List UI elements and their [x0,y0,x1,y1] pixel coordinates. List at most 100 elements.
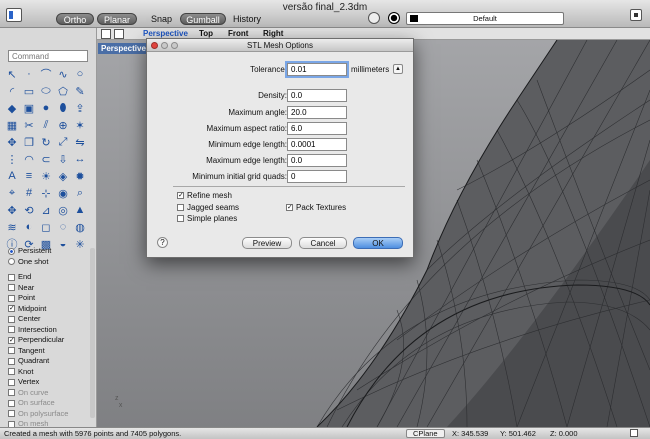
osnap-item[interactable]: Vertex [8,377,88,388]
mesh-field-input[interactable] [287,154,347,167]
orbit-icon[interactable]: ⟲ [21,202,37,218]
mesh-field-input[interactable] [287,122,347,135]
help-button[interactable]: ? [157,237,168,248]
gumball-button[interactable]: Gumball [180,13,226,25]
osnap-item[interactable]: Near [8,283,88,294]
osnap-checkbox[interactable] [8,326,15,334]
mesh-field-input[interactable] [287,106,347,119]
preview-button[interactable]: Preview [242,237,292,249]
osnap-item[interactable]: ✓ Perpendicular [8,335,88,346]
text-icon[interactable]: A [4,168,20,184]
osnap-item[interactable]: ✓ Midpoint [8,304,88,315]
osnap-checkbox[interactable] [8,410,15,418]
snap-icon[interactable]: ⊹ [38,185,54,201]
circle-icon[interactable]: ○ [72,66,88,82]
curve-icon[interactable]: ∿ [55,66,71,82]
lock-icon[interactable] [630,429,638,437]
xray-icon[interactable]: ◍ [72,219,88,235]
osnap-item[interactable]: Quadrant [8,356,88,367]
osnap-item[interactable]: Center [8,314,88,325]
project-icon[interactable]: ⇩ [55,151,71,167]
osnap-checkbox[interactable] [8,284,15,292]
copy-icon[interactable]: ❐ [21,134,37,150]
checkbox-box[interactable] [177,214,184,222]
osnap-checkbox[interactable] [8,357,15,365]
explode-icon[interactable]: ✶ [72,117,88,133]
osnap-checkbox[interactable] [8,273,15,281]
shade-icon[interactable]: ◐ [21,219,37,235]
render-icon[interactable]: ☀ [38,168,54,184]
osnap-item[interactable]: Intersection [8,325,88,336]
osnap-item[interactable]: Tangent [8,346,88,357]
point-icon[interactable]: · [21,66,37,82]
checkbox-box[interactable] [177,203,184,211]
analyze-icon[interactable]: ⊿ [38,202,54,218]
expand-up-icon[interactable]: ▲ [393,64,403,74]
mesh-field-input[interactable] [287,89,347,102]
osnap-checkbox[interactable] [8,399,15,407]
inspector-toggle-icon[interactable] [630,9,642,21]
osnap-mode-one-shot[interactable]: One shot [8,257,88,268]
record-history-icon[interactable] [368,12,380,24]
checkbox-box[interactable]: ✓ [286,203,293,211]
arc-icon[interactable]: ◜ [4,83,20,99]
dimension-icon[interactable]: ↔ [72,151,88,167]
sphere-icon[interactable]: ● [38,100,54,116]
osnap-item[interactable]: Point [8,293,88,304]
wire-icon[interactable]: ◻ [38,219,54,235]
layer-icon[interactable]: ≡ [21,168,37,184]
osnap-item[interactable]: On curve [8,388,88,399]
ok-button[interactable]: OK [353,237,403,249]
material-icon[interactable]: ◈ [55,168,71,184]
pan-icon[interactable]: ✥ [4,202,20,218]
rectangle-icon[interactable]: ▭ [21,83,37,99]
extrude-icon[interactable]: ⇪ [72,100,88,116]
surface-icon[interactable]: ◆ [4,100,20,116]
osnap-scrollbar[interactable] [90,248,95,418]
mesh-field-input[interactable] [287,170,347,183]
simple-planes-checkbox[interactable]: Simple planes [177,213,237,223]
fillet-icon[interactable]: ◠ [21,151,37,167]
cylinder-icon[interactable]: ⬮ [55,100,71,116]
osnap-checkbox[interactable] [8,389,15,397]
radio-button[interactable] [8,258,15,266]
scale-icon[interactable]: ⤢ [55,134,71,150]
ghost-icon[interactable]: ◌ [55,219,71,235]
osnap-item[interactable]: End [8,272,88,283]
curvature-icon[interactable]: ◎ [55,202,71,218]
polygon-icon[interactable]: ⬠ [55,83,71,99]
zebra-icon[interactable]: ≋ [4,219,20,235]
osnap-item[interactable]: Knot [8,367,88,378]
layer-target-icon[interactable] [388,12,400,24]
mesh-field-input[interactable] [287,138,347,151]
osnap-checkbox[interactable] [8,368,15,376]
osnap-mode-persistent[interactable]: Persistent [8,246,88,257]
ellipse-icon[interactable]: ⬭ [38,83,54,99]
cplane-button[interactable]: CPlane [406,429,445,438]
arrow-icon[interactable]: ↖ [4,66,20,82]
osnap-checkbox[interactable] [8,294,15,302]
ortho-button[interactable]: Ortho [56,13,94,25]
osnap-checkbox[interactable] [8,378,15,386]
offset-icon[interactable]: ⊂ [38,151,54,167]
osnap-item[interactable]: On surface [8,398,88,409]
split-icon[interactable]: ⫽ [38,117,54,133]
osnap-checkbox[interactable] [8,347,15,355]
snap-button[interactable]: Snap [151,13,172,25]
jagged-seams-checkbox[interactable]: Jagged seams [177,202,239,212]
join-icon[interactable]: ⊕ [55,117,71,133]
mesh-icon[interactable]: ▦ [4,117,20,133]
display-mode-select[interactable]: Default [406,12,564,25]
camera-icon[interactable]: ⌖ [4,185,20,201]
osnap-checkbox[interactable] [8,315,15,323]
freeform-icon[interactable]: ✎ [72,83,88,99]
osnap-checkbox[interactable]: ✓ [8,336,15,344]
osnap-checkbox[interactable]: ✓ [8,305,15,313]
refine-mesh-checkbox[interactable]: ✓ Refine mesh [177,190,232,200]
radio-button[interactable] [8,247,15,255]
trim-icon[interactable]: ✂ [21,117,37,133]
close-icon[interactable] [151,42,158,49]
tolerance-field[interactable] [287,63,347,76]
single-view-icon[interactable] [114,29,124,39]
mirror-icon[interactable]: ⇋ [72,134,88,150]
